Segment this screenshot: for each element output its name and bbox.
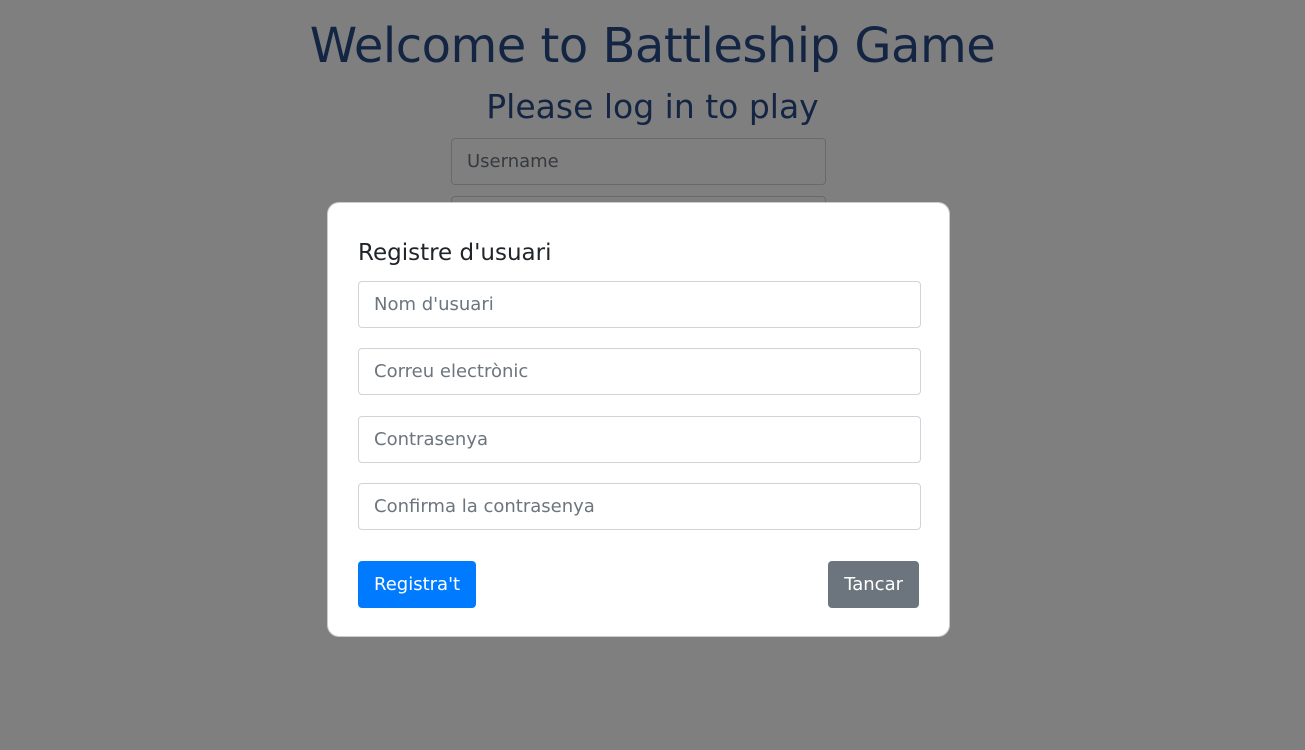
register-password-input[interactable] [358,416,921,463]
register-email-input[interactable] [358,348,921,395]
register-username-input[interactable] [358,281,921,328]
register-confirm-password-input[interactable] [358,483,921,530]
modal-title: Registre d'usuari [358,240,552,266]
close-button[interactable]: Tancar [828,561,919,608]
register-button[interactable]: Registra't [358,561,477,608]
registration-modal: Registre d'usuari Registra't Tancar [327,202,950,637]
